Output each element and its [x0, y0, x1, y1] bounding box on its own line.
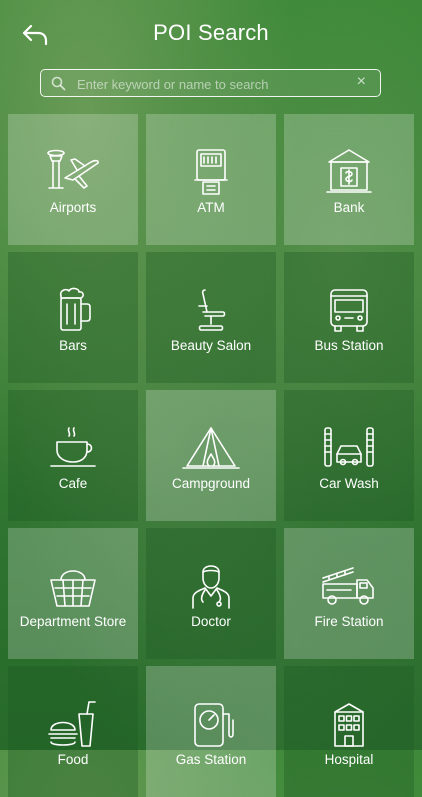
clear-search-button[interactable]: × — [357, 73, 366, 91]
category-airports[interactable]: Airports — [8, 114, 138, 245]
category-label: Cafe — [58, 476, 88, 491]
tent-icon — [182, 427, 240, 469]
category-label: Car Wash — [319, 476, 379, 491]
category-beauty-salon[interactable]: Beauty Salon — [146, 252, 276, 383]
category-label: Campground — [171, 476, 251, 491]
category-hospital[interactable]: Hospital — [284, 666, 414, 797]
coffee-cup-icon — [50, 427, 96, 467]
atm-icon — [194, 149, 228, 195]
category-label: ATM — [197, 200, 225, 215]
search-icon — [51, 76, 66, 91]
category-bus-station[interactable]: Bus Station — [284, 252, 414, 383]
category-cafe[interactable]: Cafe — [8, 390, 138, 521]
category-label: Food — [57, 752, 89, 767]
category-label: Bus Station — [314, 338, 384, 353]
header-bar: POI Search — [0, 0, 422, 64]
doctor-icon — [192, 565, 230, 609]
page-title: POI Search — [153, 20, 269, 45]
gas-pump-icon — [194, 703, 234, 747]
category-label: Bank — [333, 200, 365, 215]
airport-icon — [47, 149, 99, 189]
search-bar[interactable]: × — [40, 69, 381, 97]
category-label: Hospital — [324, 752, 374, 767]
category-campground[interactable]: Campground — [146, 390, 276, 521]
category-car-wash[interactable]: Car Wash — [284, 390, 414, 521]
bank-icon — [326, 149, 372, 193]
category-doctor[interactable]: Doctor — [146, 528, 276, 659]
category-label: Doctor — [191, 614, 231, 629]
car-wash-icon — [324, 427, 374, 467]
bus-icon — [330, 289, 368, 332]
category-label: Beauty Salon — [170, 338, 252, 353]
category-atm[interactable]: ATM — [146, 114, 276, 245]
salon-chair-icon — [198, 289, 226, 331]
food-icon — [48, 701, 96, 747]
category-fire-station[interactable]: Fire Station — [284, 528, 414, 659]
category-department-store[interactable]: Department Store — [8, 528, 138, 659]
category-bars[interactable]: Bars — [8, 252, 138, 383]
search-input[interactable] — [75, 73, 349, 95]
category-label: Fire Station — [314, 614, 384, 629]
category-label: Gas Station — [175, 752, 247, 767]
hospital-icon — [334, 703, 364, 747]
category-label: Bars — [59, 338, 87, 353]
category-label: Department Store — [19, 614, 127, 629]
beer-mug-icon — [59, 287, 91, 331]
basket-icon — [50, 570, 96, 607]
category-food[interactable]: Food — [8, 666, 138, 797]
fire-truck-icon — [322, 567, 374, 605]
category-gas-station[interactable]: Gas Station — [146, 666, 276, 797]
category-bank[interactable]: Bank — [284, 114, 414, 245]
category-label: Airports — [49, 200, 97, 215]
